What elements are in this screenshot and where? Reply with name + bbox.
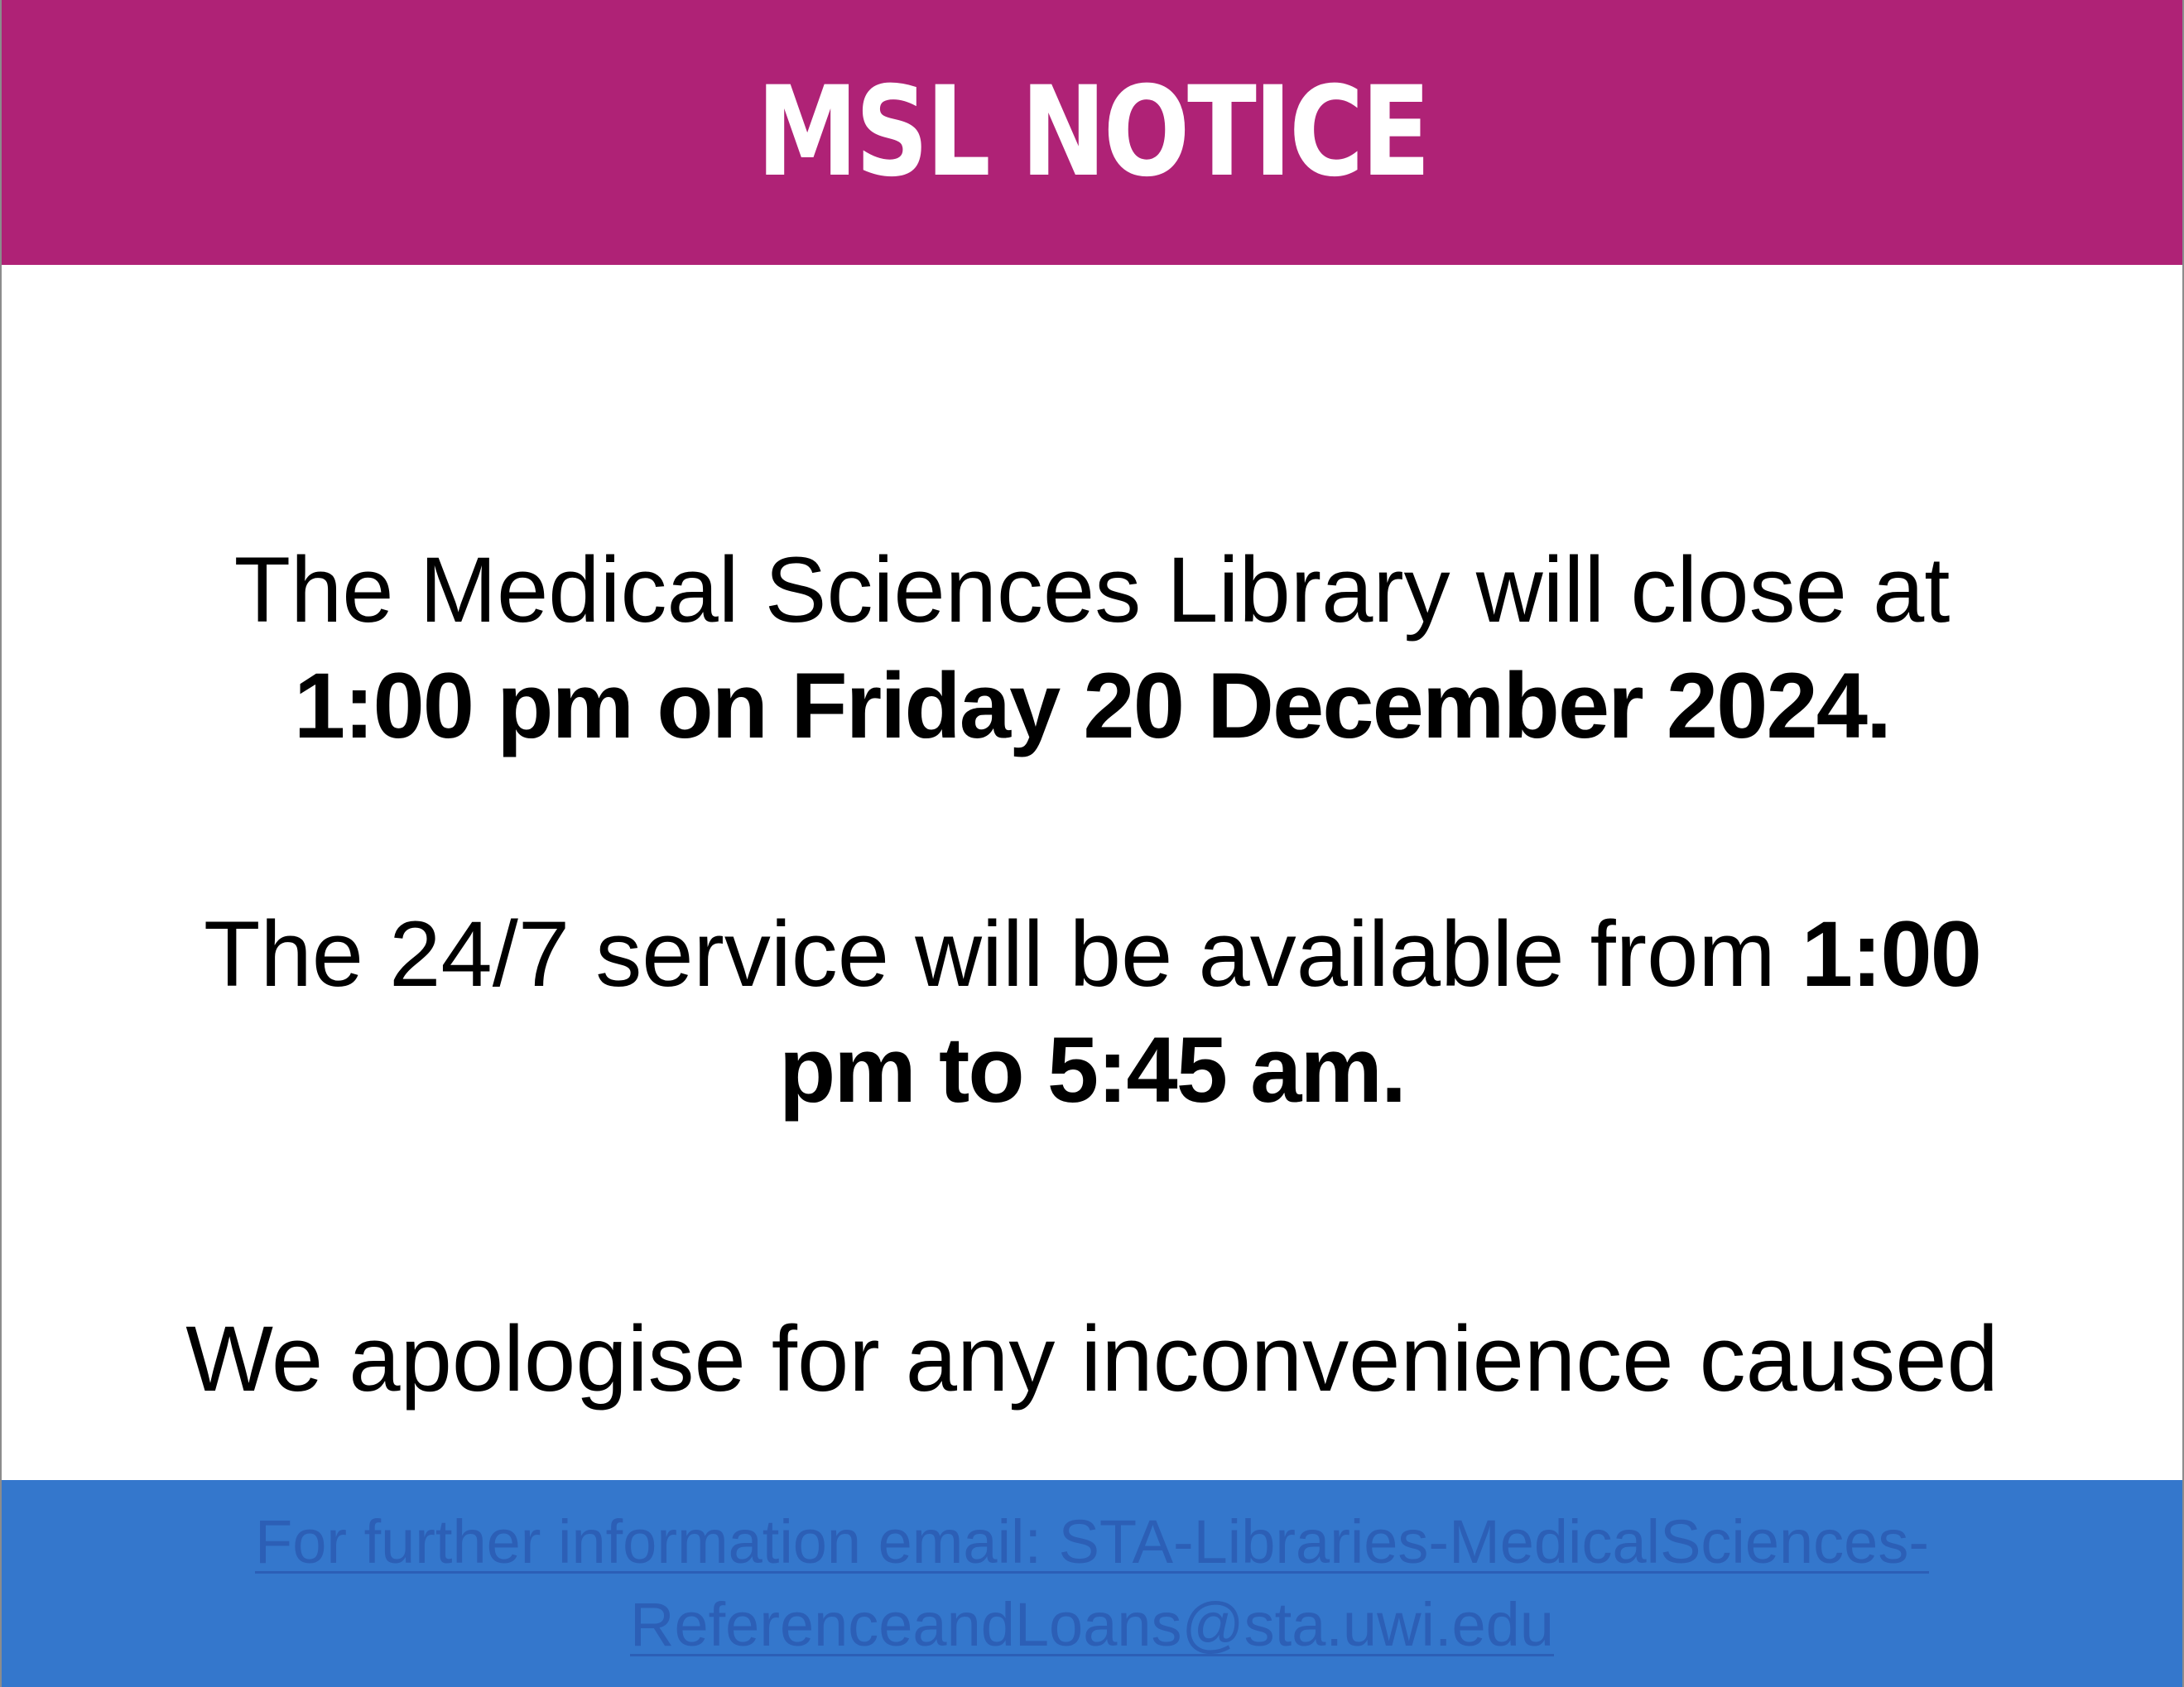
notice-title: MSL NOTICE (756, 60, 1431, 204)
closing-line-2: 1:00 pm on Friday 20 December 2024. (293, 654, 1892, 757)
service-time-start: 1:00 (1801, 902, 1982, 1006)
closing-line-1: The Medical Sciences Library will close … (233, 538, 1951, 642)
contact-info: For further information email: STA-Libra… (140, 1501, 2044, 1666)
service-time-end: pm to 5:45 am. (778, 1018, 1407, 1122)
closing-notice: The Medical Sciences Library will close … (2, 532, 2182, 764)
email-link[interactable]: For further information email: STA-Libra… (255, 1507, 1929, 1576)
notice-page: MSL NOTICE The Medical Sciences Library … (0, 0, 2184, 1687)
email-link-continued[interactable]: ReferenceandLoans@sta.uwi.edu (630, 1590, 1554, 1659)
service-line-1: The 24/7 service will be available from … (2, 896, 2182, 1012)
footer-banner: For further information email: STA-Libra… (2, 1480, 2182, 1687)
header-banner: MSL NOTICE (2, 0, 2182, 265)
service-text: The 24/7 service will be available from (204, 902, 1776, 1006)
apology-text: We apologise for any inconvenience cause… (185, 1307, 1999, 1411)
service-notice: The 24/7 service will be available from … (2, 896, 2182, 1128)
